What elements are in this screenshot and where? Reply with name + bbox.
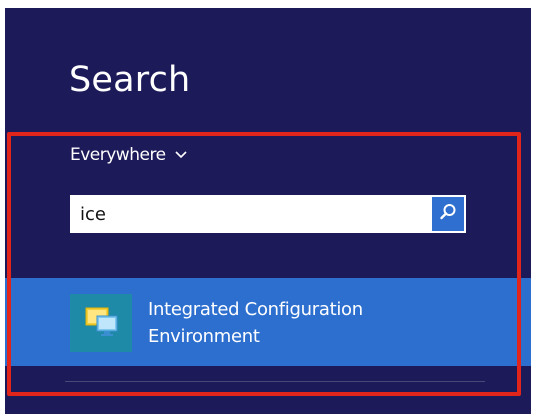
search-icon — [438, 202, 458, 226]
search-result-line2: Environment — [148, 326, 260, 347]
search-result-label: Integrated Configuration Environment — [148, 296, 363, 350]
search-box — [70, 195, 466, 233]
search-scope-label: Everywhere — [70, 145, 166, 165]
search-result-item[interactable]: Integrated Configuration Environment — [5, 278, 531, 366]
search-scope-dropdown[interactable]: Everywhere — [70, 145, 188, 165]
app-icon — [82, 304, 120, 342]
search-button[interactable] — [432, 197, 464, 231]
search-input[interactable] — [70, 195, 422, 233]
search-title: Search — [69, 60, 191, 100]
chevron-down-icon — [174, 150, 188, 160]
screenshot-frame: Search Everywhere ice Integrated Configu… — [0, 0, 538, 414]
result-divider — [65, 381, 485, 382]
app-tile — [70, 294, 132, 352]
search-result-line1: Integrated Configuration — [148, 299, 363, 320]
